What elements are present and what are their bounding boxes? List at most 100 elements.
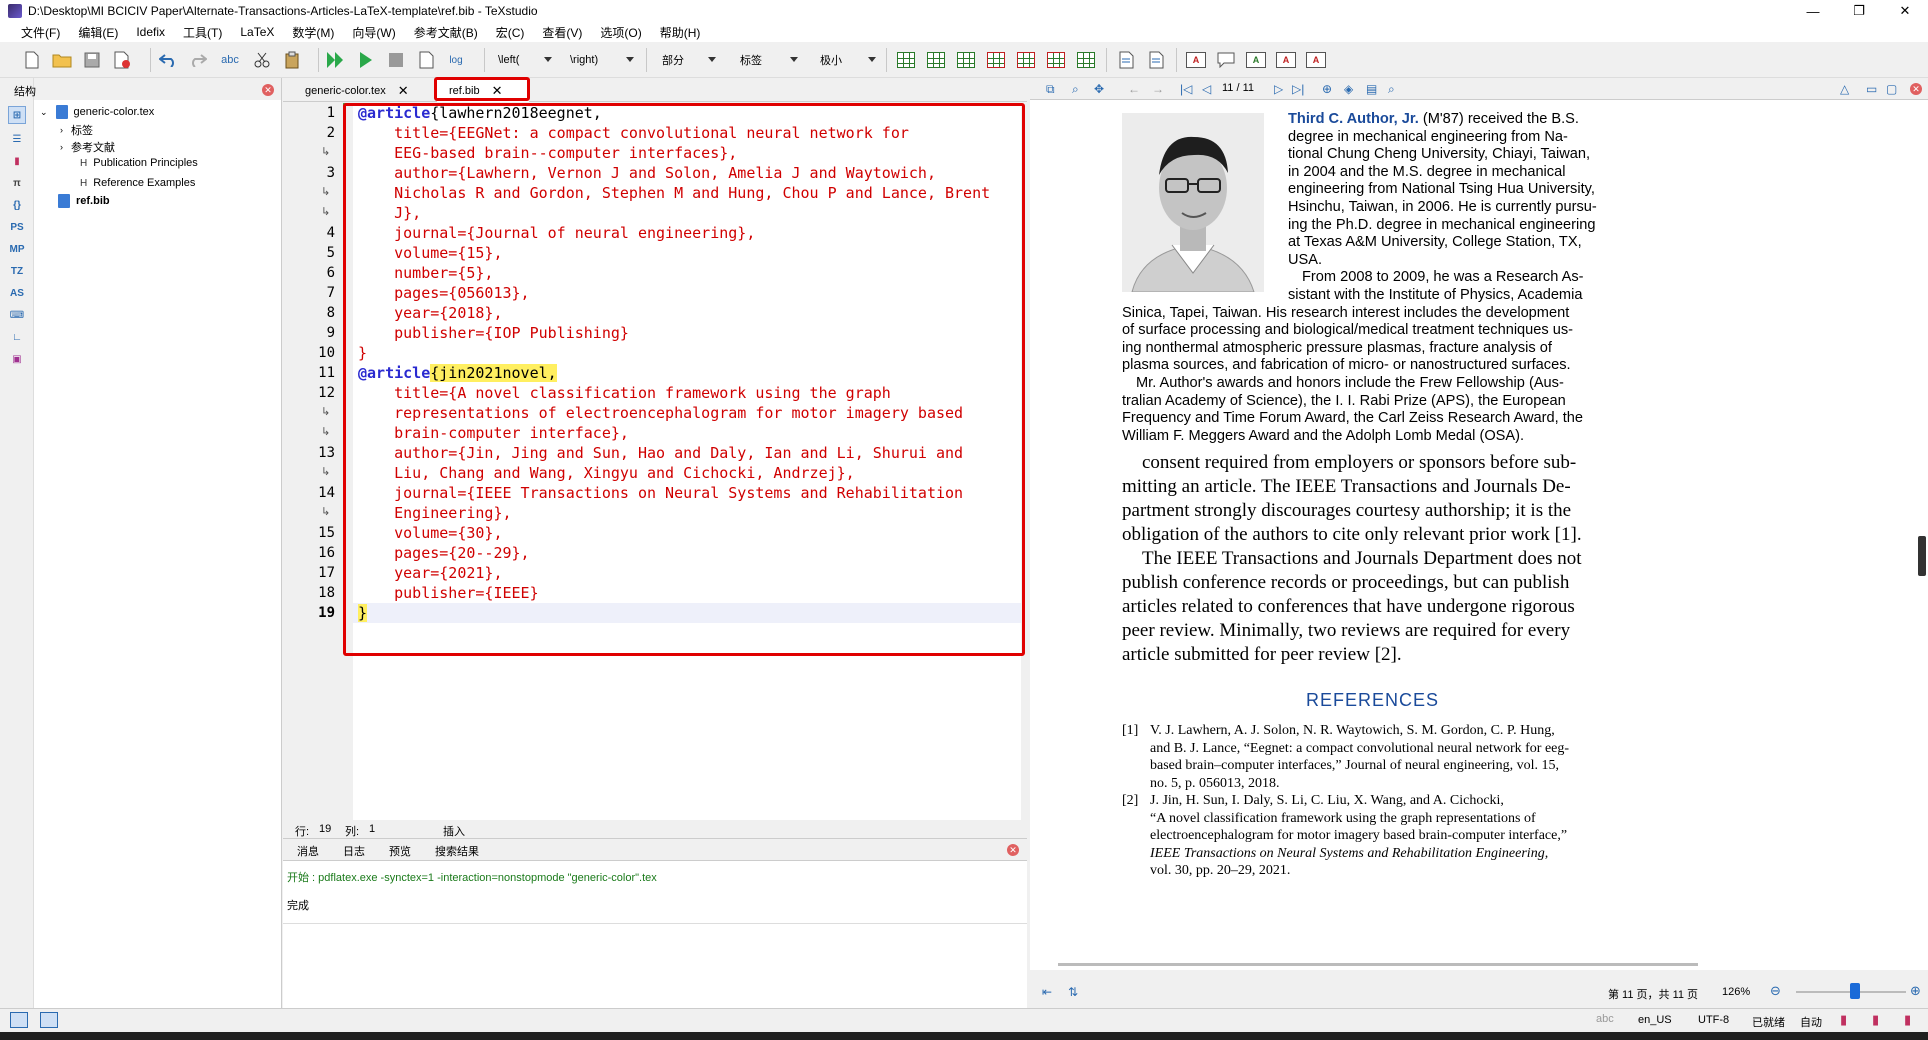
fit-icon[interactable]: ◈: [1344, 82, 1353, 96]
spellcheck-icon[interactable]: abc: [218, 48, 242, 72]
pdf-sync-icon[interactable]: ⧉: [1046, 82, 1055, 97]
fit-page-icon[interactable]: ▤: [1366, 82, 1377, 96]
text-format-icon[interactable]: A: [1184, 48, 1208, 72]
zoom-in-bottom-icon[interactable]: ⊕: [1910, 983, 1921, 999]
new-file-icon[interactable]: [20, 48, 44, 72]
bookmark-icon[interactable]: ▮: [1872, 1012, 1879, 1028]
language-selector[interactable]: en_US: [1638, 1014, 1672, 1026]
spellcheck-status-icon[interactable]: abc: [1596, 1013, 1614, 1025]
tree-item-bibliography[interactable]: › 参考文献: [60, 139, 115, 155]
next-page-icon[interactable]: ▷: [1274, 82, 1283, 96]
pdf-move-icon[interactable]: ✥: [1094, 82, 1104, 96]
save-icon[interactable]: [80, 48, 104, 72]
insert-include-icon[interactable]: [1114, 48, 1138, 72]
encoding-selector[interactable]: UTF-8: [1698, 1014, 1729, 1026]
insert-input-icon[interactable]: [1144, 48, 1168, 72]
previous-page-icon[interactable]: ◁: [1202, 82, 1211, 96]
tree-item-reference-examples[interactable]: H Reference Examples: [80, 177, 195, 189]
pdf-horizontal-scrollbar[interactable]: [1058, 963, 1698, 966]
right-delimiter-combo[interactable]: \right): [564, 49, 636, 71]
table-align-icon[interactable]: [1074, 48, 1098, 72]
toggle-structure-icon[interactable]: [10, 1012, 28, 1028]
table-add-row-icon[interactable]: [924, 48, 948, 72]
text-highlight-icon[interactable]: A: [1244, 48, 1268, 72]
symbols-icon[interactable]: ☰: [8, 130, 26, 148]
maximize-button[interactable]: ❐: [1836, 0, 1882, 22]
cut-icon[interactable]: [250, 48, 274, 72]
label-combo[interactable]: 标签: [734, 49, 800, 71]
view-log-icon[interactable]: log: [444, 48, 468, 72]
menu-view[interactable]: 查看(V): [533, 24, 591, 41]
zoom-in-icon[interactable]: ⊕: [1322, 82, 1332, 96]
last-page-icon[interactable]: ▷|: [1292, 82, 1304, 96]
menu-wizards[interactable]: 向导(W): [343, 24, 404, 41]
pstricks-icon[interactable]: PS: [8, 218, 26, 236]
pdf-search-icon[interactable]: ⌕: [1072, 82, 1079, 97]
menu-file[interactable]: 文件(F): [12, 24, 69, 41]
tree-item-ref-bib[interactable]: ref.bib: [58, 194, 110, 208]
view-pdf-icon[interactable]: [414, 48, 438, 72]
pdf-embed-icon[interactable]: ▭: [1866, 82, 1877, 96]
tikz-icon[interactable]: TZ: [8, 262, 26, 280]
sync-to-source-icon[interactable]: ⇤: [1042, 985, 1052, 999]
stop-icon[interactable]: [384, 48, 408, 72]
close-messages-icon[interactable]: ✕: [1007, 844, 1019, 856]
asymptote-icon[interactable]: AS: [8, 284, 26, 302]
first-page-icon[interactable]: |◁: [1180, 82, 1192, 96]
toggle-messages-icon[interactable]: [40, 1012, 58, 1028]
undo-icon[interactable]: [156, 48, 180, 72]
paste-icon[interactable]: [280, 48, 304, 72]
axis-icon[interactable]: ∟: [8, 328, 26, 346]
menu-options[interactable]: 选项(O): [591, 24, 650, 41]
collapse-icon[interactable]: △: [1840, 82, 1849, 96]
bookmarks-icon[interactable]: ▮: [8, 152, 26, 170]
menu-bibliography[interactable]: 参考文献(B): [405, 24, 487, 41]
sync-scroll-icon[interactable]: ⇅: [1068, 985, 1078, 999]
tab-log[interactable]: 日志: [343, 843, 365, 859]
close-file-icon[interactable]: [110, 48, 134, 72]
tab-messages[interactable]: 消息: [297, 843, 319, 859]
chevron-down-icon[interactable]: ⌄: [40, 107, 48, 118]
section-combo[interactable]: 部分: [656, 49, 718, 71]
menu-math[interactable]: 数学(M): [283, 24, 343, 41]
metapost-icon[interactable]: MP: [8, 240, 26, 258]
menu-tools[interactable]: 工具(T): [174, 24, 231, 41]
close-tab-icon[interactable]: ✕: [398, 83, 409, 99]
tab-preview[interactable]: 预览: [389, 843, 411, 859]
chevron-right-icon[interactable]: ›: [60, 125, 63, 135]
open-folder-icon[interactable]: [50, 48, 74, 72]
chevron-right-icon[interactable]: ›: [60, 142, 63, 152]
close-window-button[interactable]: ✕: [1882, 0, 1928, 22]
structure-view-icon[interactable]: ⊞: [8, 106, 26, 124]
pdf-scroll-handle[interactable]: [1918, 536, 1926, 576]
left-delimiter-combo[interactable]: \left(: [492, 49, 554, 71]
pdf-window-icon[interactable]: ▢: [1886, 82, 1897, 96]
table-remove-row-icon[interactable]: [984, 48, 1008, 72]
menu-latex[interactable]: LaTeX: [231, 25, 283, 39]
forward-icon[interactable]: →: [1152, 82, 1164, 96]
comment-icon[interactable]: [1214, 48, 1238, 72]
bookmark-icon[interactable]: ▮: [1840, 1012, 1847, 1028]
macros-icon[interactable]: ⌨: [8, 306, 26, 324]
table-cut-column-icon[interactable]: [1044, 48, 1068, 72]
table-insert-icon[interactable]: [894, 48, 918, 72]
menu-idefix[interactable]: Idefix: [127, 25, 174, 39]
tree-item-generic-color[interactable]: ⌄ generic-color.tex: [40, 105, 154, 119]
bookmark-icon[interactable]: ▮: [1904, 1012, 1911, 1028]
table-add-column-icon[interactable]: [954, 48, 978, 72]
page-indicator[interactable]: 11 / 11: [1222, 82, 1254, 94]
table-remove-column-icon[interactable]: [1014, 48, 1038, 72]
menu-edit[interactable]: 编辑(E): [69, 24, 127, 41]
compile-icon[interactable]: [354, 48, 378, 72]
tab-generic-color[interactable]: generic-color.tex ✕: [293, 80, 423, 102]
redo-icon[interactable]: [186, 48, 210, 72]
tab-search-results[interactable]: 搜索结果: [435, 843, 479, 859]
text-strike-icon[interactable]: A: [1274, 48, 1298, 72]
close-pdf-icon[interactable]: ✕: [1910, 83, 1922, 95]
tree-item-labels[interactable]: › 标签: [60, 122, 93, 138]
zoom-out-icon[interactable]: ⊖: [1770, 983, 1781, 999]
font-size-combo[interactable]: 极小: [814, 49, 878, 71]
close-structure-icon[interactable]: ✕: [262, 84, 274, 96]
pi-symbols-icon[interactable]: π: [8, 174, 26, 192]
menu-macros[interactable]: 宏(C): [487, 24, 534, 41]
